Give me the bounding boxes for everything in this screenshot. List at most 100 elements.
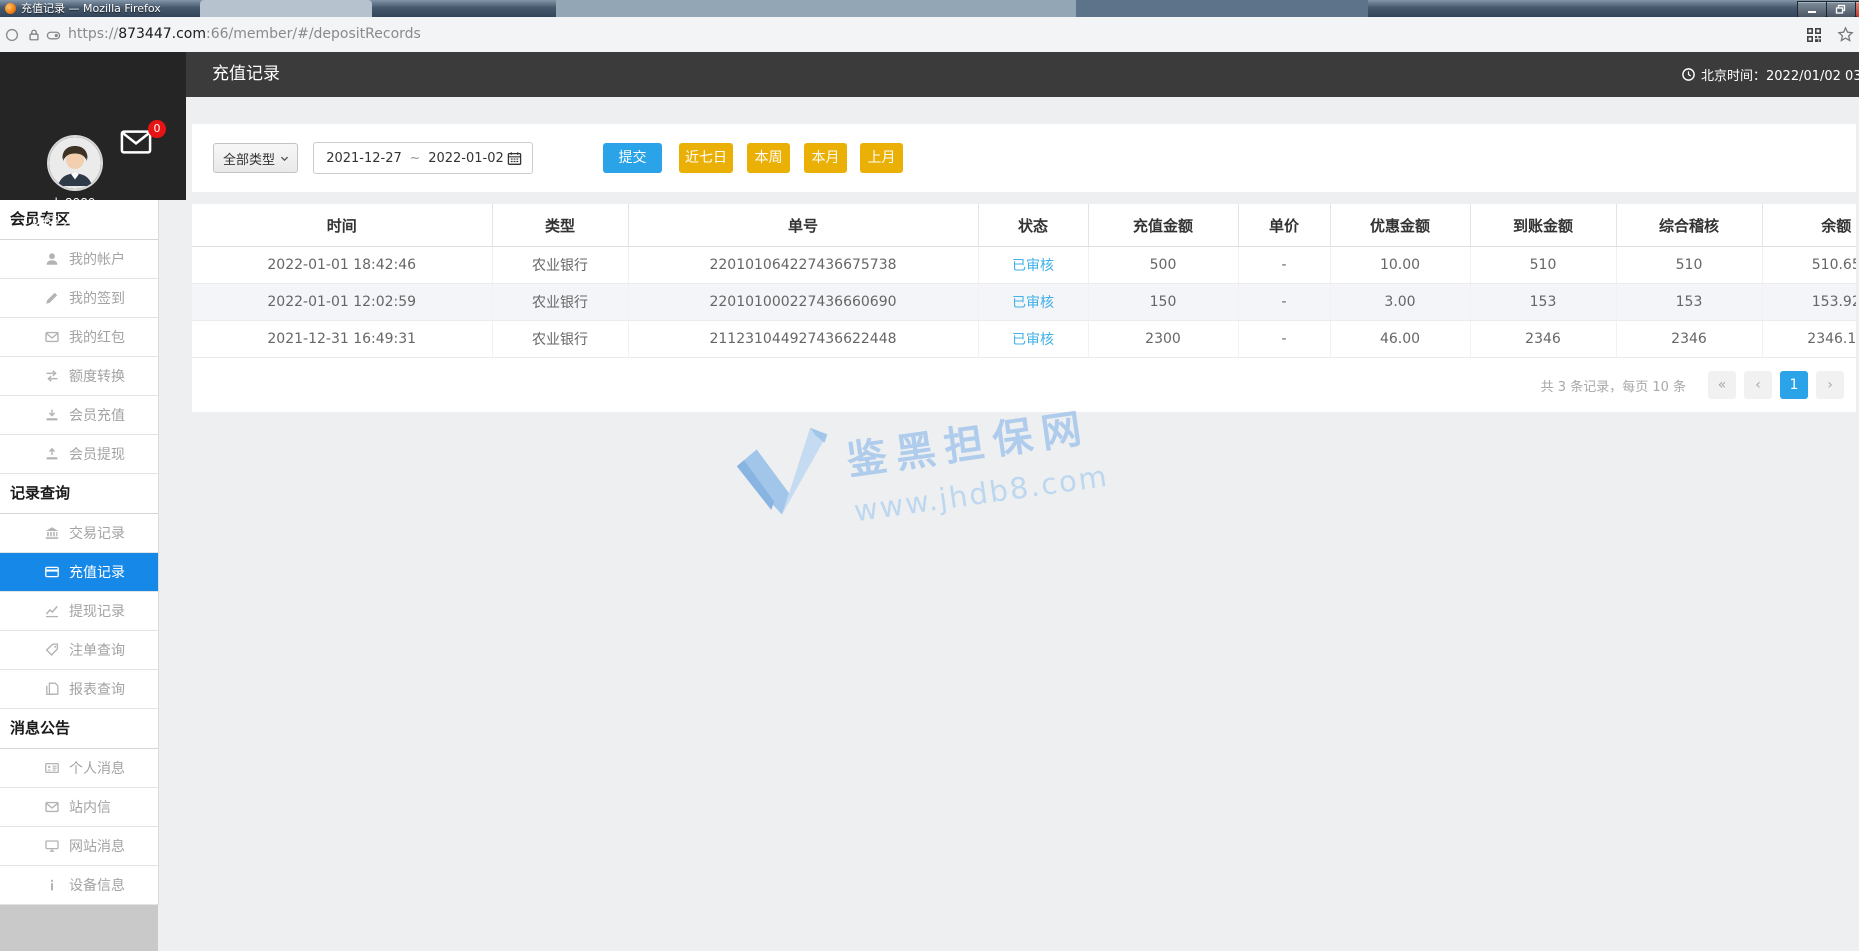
table-cell: 153.92 <box>1762 283 1856 321</box>
restore-button[interactable] <box>1826 1 1856 17</box>
table-cell: 2346.14 <box>1762 320 1856 358</box>
site-identity-icon[interactable] <box>5 28 19 42</box>
chevron-down-icon <box>280 156 289 161</box>
sidebar-item-envelope[interactable]: 我的红包 <box>0 318 158 357</box>
url-domain: 873447.com <box>118 26 206 42</box>
table-cell: 2021-12-31 16:49:31 <box>192 320 493 358</box>
table-card: 时间 类型 单号 状态 充值金额 单价 优惠金额 到账金额 综合稽核 余额 2022-01-01 … <box>192 204 1856 412</box>
column-header: 时间 <box>192 204 493 247</box>
column-header: 余额 <box>1762 204 1856 247</box>
deposit-icon <box>44 407 60 423</box>
bank-icon <box>44 525 60 541</box>
quick-button-3[interactable]: 上月 <box>860 143 903 173</box>
sidebar-item-card[interactable]: 充值记录 <box>0 553 158 592</box>
clock-icon <box>1682 68 1695 81</box>
sidebar-item-tags[interactable]: 注单查询 <box>0 631 158 670</box>
sidebar-item-chart[interactable]: 提现记录 <box>0 592 158 631</box>
page-button-prev[interactable]: ‹ <box>1744 371 1772 399</box>
sidebar-item-label: 交易记录 <box>69 526 125 542</box>
page-button-first[interactable]: « <box>1708 371 1736 399</box>
close-button[interactable] <box>1855 1 1859 17</box>
table-cell: 已审核 <box>978 246 1089 284</box>
date-to[interactable]: 2022-01-02 <box>425 151 507 166</box>
sidebar-item-label: 报表查询 <box>69 682 125 698</box>
table-cell: 510 <box>1616 246 1763 284</box>
permissions-icon[interactable] <box>46 29 61 42</box>
quick-button-2[interactable]: 本月 <box>804 143 847 173</box>
avatar[interactable] <box>49 137 101 189</box>
sidebar-item-bank[interactable]: 交易记录 <box>0 514 158 553</box>
table-cell: 153 <box>1470 283 1617 321</box>
background-window-tab <box>200 0 372 17</box>
address-bar[interactable]: https://873447.com:66/member/#/depositRe… <box>0 17 1859 53</box>
sidebar-item-user[interactable]: 我的帐户 <box>0 240 158 279</box>
sidebar-item-idcard[interactable]: 个人消息 <box>0 749 158 788</box>
sidebar-section-title: 消息公告 <box>0 709 158 749</box>
sidebar-item-label: 提现记录 <box>69 604 125 620</box>
table-cell: 211231044927436622448 <box>628 320 979 358</box>
type-select-value: 全部类型 <box>223 152 276 168</box>
sidebar: 会员专区 我的帐户 我的签到 我的红包 额度转换 会员充值 会员提现 记录查询 交易记录 充值记录… <box>0 200 159 905</box>
bookmark-star-icon[interactable] <box>1837 26 1854 43</box>
messages-envelope-icon[interactable] <box>120 130 152 154</box>
idcard-icon <box>44 760 60 776</box>
address-url[interactable]: https://873447.com:66/member/#/depositRe… <box>68 17 421 52</box>
column-header: 综合稽核 <box>1616 204 1763 247</box>
card-icon <box>44 564 60 580</box>
submit-button[interactable]: 提交 <box>603 143 662 173</box>
page-button-1[interactable]: 1 <box>1780 371 1808 399</box>
sidebar-item-info[interactable]: 设备信息 <box>0 866 158 905</box>
sidebar-item-pencil[interactable]: 我的签到 <box>0 279 158 318</box>
lock-icon[interactable] <box>27 28 41 42</box>
qr-code-icon[interactable] <box>1806 27 1822 43</box>
sidebar-item-report[interactable]: 报表查询 <box>0 670 158 709</box>
sidebar-item-monitor[interactable]: 网站消息 <box>0 827 158 866</box>
column-header: 单价 <box>1238 204 1331 247</box>
sidebar-item-label: 注单查询 <box>69 643 125 659</box>
sidebar-item-exchange[interactable]: 额度转换 <box>0 357 158 396</box>
chart-icon <box>44 603 60 619</box>
user-icon <box>44 251 60 267</box>
date-from[interactable]: 2021-12-27 <box>323 151 405 166</box>
sidebar-item-mail[interactable]: 站内信 <box>0 788 158 827</box>
date-range-input[interactable]: 2021-12-27 ~ 2022-01-02 <box>313 142 533 174</box>
sidebar-item-withdraw[interactable]: 会员提现 <box>0 435 158 474</box>
status-link[interactable]: 已审核 <box>1012 258 1054 274</box>
table-cell: - <box>1238 320 1331 358</box>
page-button-next[interactable]: › <box>1816 371 1844 399</box>
table-cell: 2346 <box>1616 320 1763 358</box>
app-header: 充值记录 北京时间：2022/01/02 03: <box>186 52 1859 97</box>
balance-row: 0.65 人民币 <box>0 212 150 229</box>
background-window <box>556 0 1076 17</box>
column-header: 充值金额 <box>1088 204 1239 247</box>
quick-button-0[interactable]: 近七日 <box>679 143 733 173</box>
quick-button-1[interactable]: 本周 <box>747 143 790 173</box>
refresh-icon[interactable] <box>105 214 118 227</box>
pencil-icon <box>44 290 60 306</box>
sidebar-item-label: 充值记录 <box>69 565 125 581</box>
exchange-icon <box>44 368 60 384</box>
table-row: 2022-01-01 18:42:46 农业银行 22010106422743667… <box>192 246 1856 284</box>
table-cell: 农业银行 <box>492 283 629 321</box>
sidebar-item-label: 个人消息 <box>69 761 125 777</box>
page-title: 充值记录 <box>212 64 280 84</box>
column-header: 到账金额 <box>1470 204 1617 247</box>
status-link[interactable]: 已审核 <box>1012 295 1054 311</box>
calendar-icon[interactable] <box>507 151 522 166</box>
sidebar-item-label: 会员提现 <box>69 447 125 463</box>
table-cell: 500 <box>1088 246 1239 284</box>
unread-badge: 0 <box>148 120 166 138</box>
background-window <box>1076 0 1368 17</box>
minimize-button[interactable] <box>1797 1 1827 17</box>
column-header: 单号 <box>628 204 979 247</box>
type-select[interactable]: 全部类型 <box>213 143 298 173</box>
status-link[interactable]: 已审核 <box>1012 332 1054 348</box>
sidebar-item-deposit[interactable]: 会员充值 <box>0 396 158 435</box>
table-cell: 2300 <box>1088 320 1239 358</box>
sidebar-item-label: 站内信 <box>69 800 111 816</box>
info-icon <box>44 877 60 893</box>
window-title: 充值记录 — Mozilla Firefox <box>21 2 161 15</box>
table-header-row: 时间 类型 单号 状态 充值金额 单价 优惠金额 到账金额 综合稽核 余额 <box>192 204 1856 247</box>
table-cell: 150 <box>1088 283 1239 321</box>
sidebar-item-label: 设备信息 <box>69 878 125 894</box>
